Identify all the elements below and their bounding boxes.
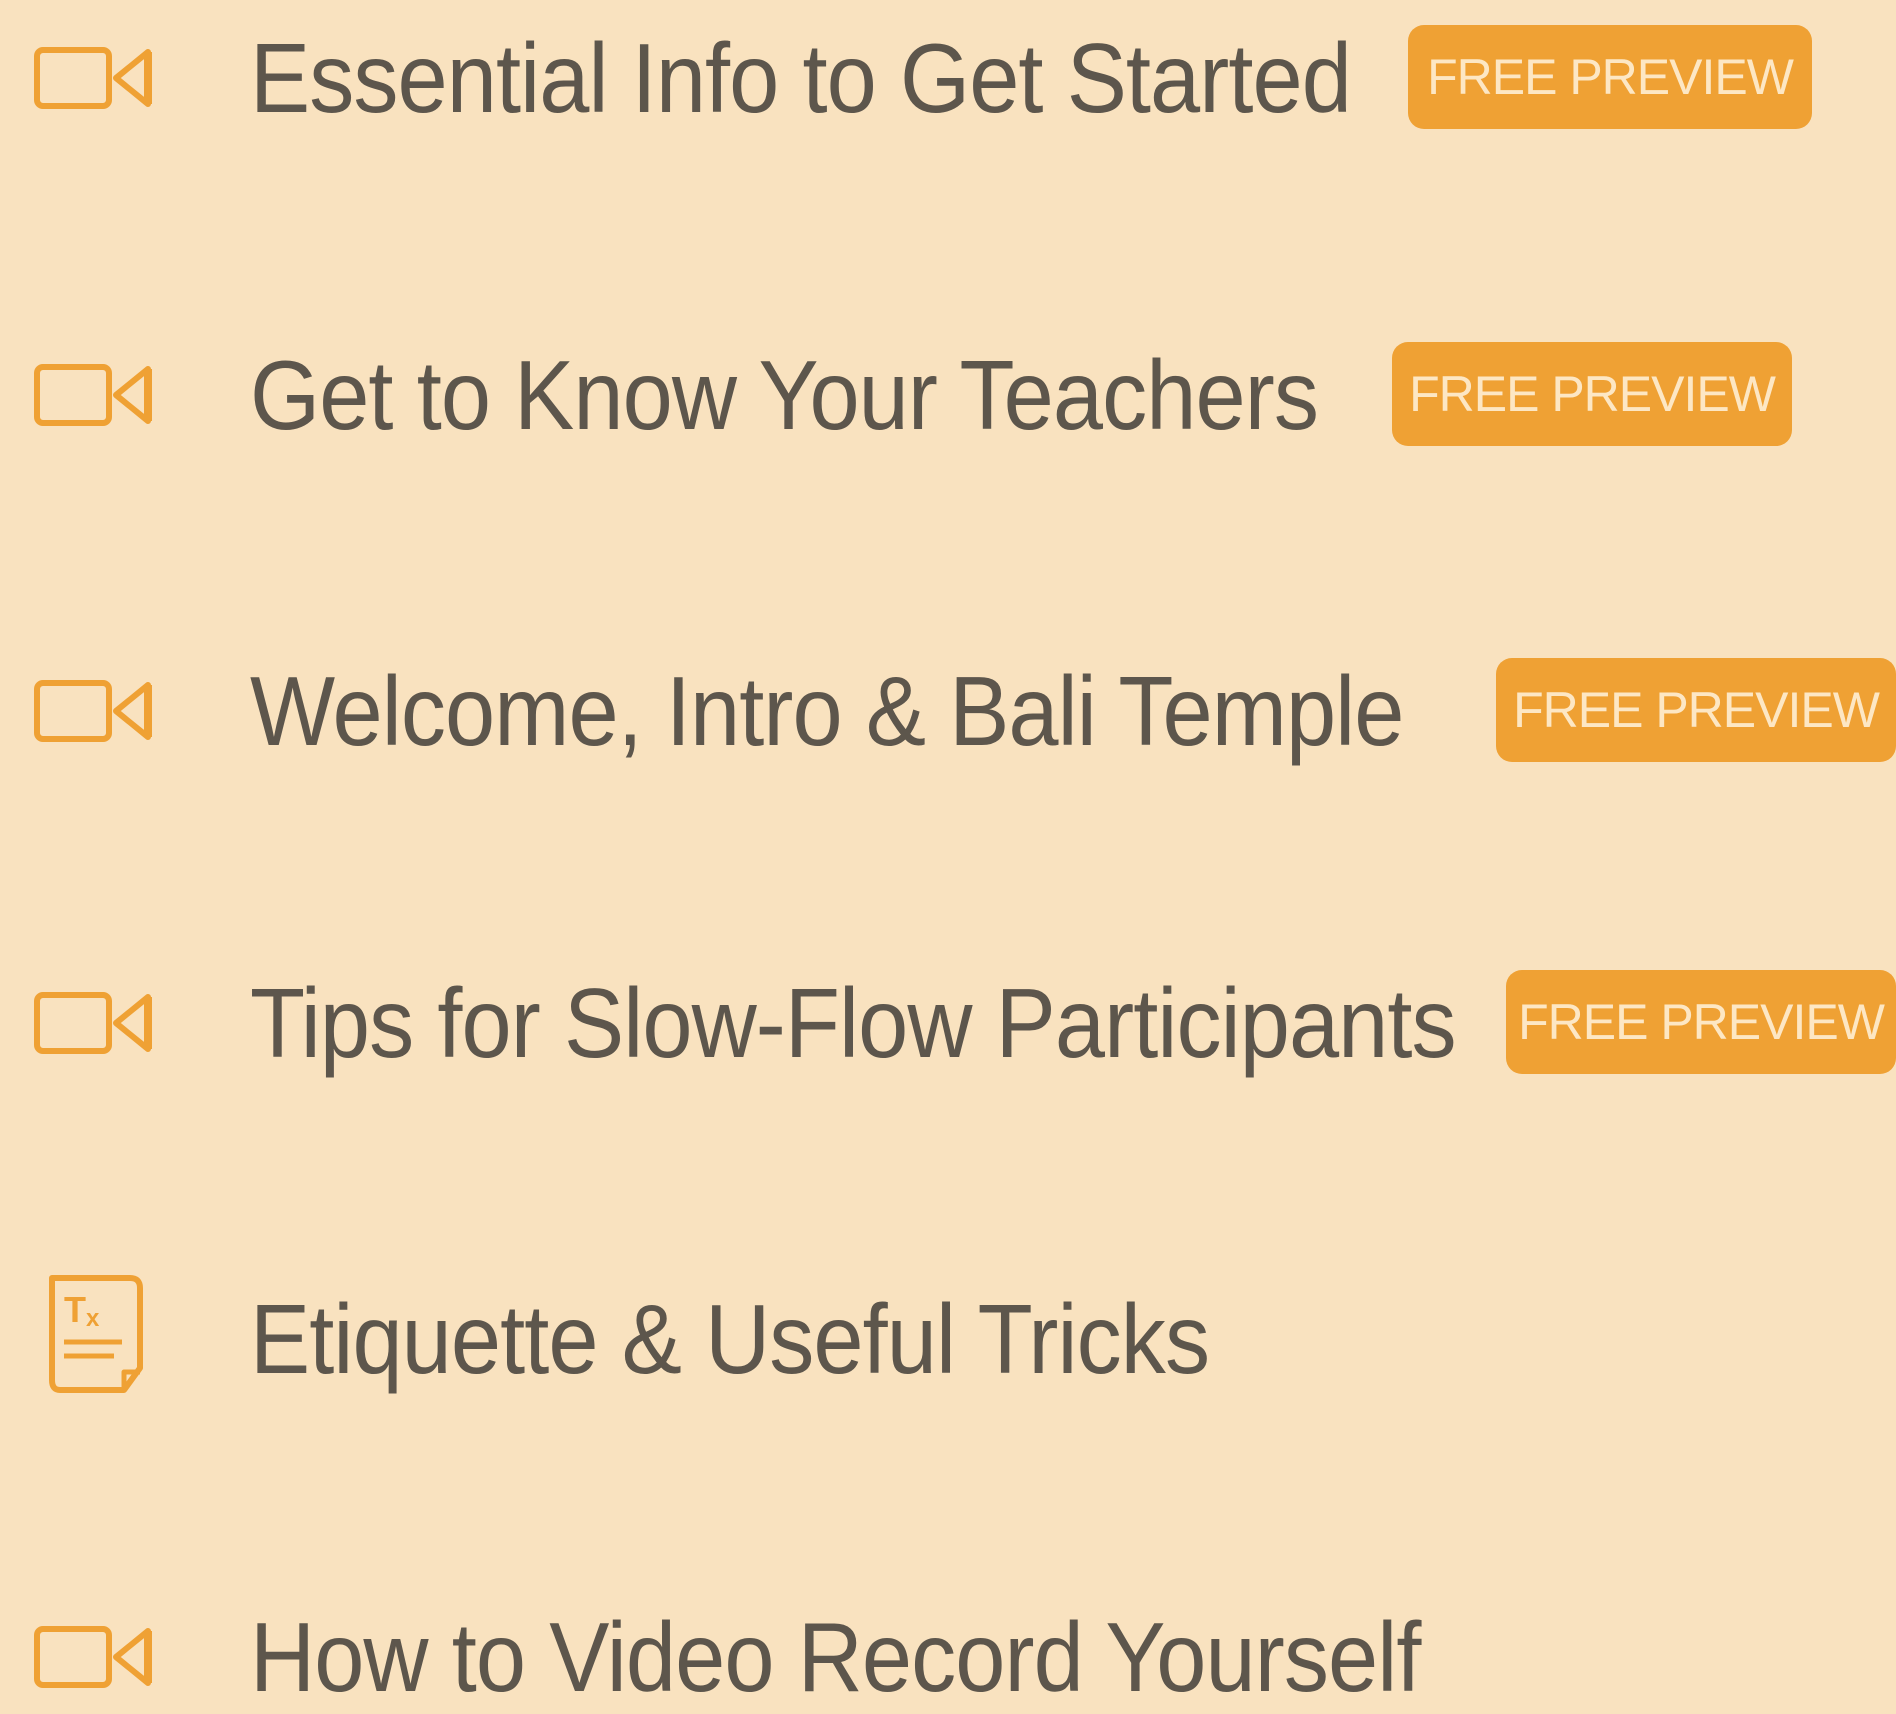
lesson-title: Tips for Slow-Flow Participants: [250, 968, 1457, 1078]
lesson-title: Welcome, Intro & Bali Temple: [250, 656, 1404, 766]
video-camera-icon: [34, 981, 160, 1065]
free-preview-badge[interactable]: FREE PREVIEW: [1496, 658, 1896, 762]
lesson-title: How to Video Record Yourself: [250, 1602, 1421, 1712]
svg-text:x: x: [86, 1305, 100, 1332]
lesson-list: Essential Info to Get Started FREE PREVI…: [0, 0, 1896, 1712]
lesson-item[interactable]: T x Etiquette & Useful Tricks: [0, 1274, 1896, 1404]
lesson-item[interactable]: Welcome, Intro & Bali Temple FREE PREVIE…: [0, 646, 1896, 776]
lesson-title: Etiquette & Useful Tricks: [250, 1284, 1210, 1394]
video-camera-icon: [34, 353, 160, 437]
lesson-title: Get to Know Your Teachers: [250, 340, 1319, 450]
video-camera-icon: [34, 1615, 160, 1699]
free-preview-badge[interactable]: FREE PREVIEW: [1408, 25, 1812, 129]
lesson-item[interactable]: Get to Know Your Teachers FREE PREVIEW: [0, 330, 1896, 460]
lesson-item[interactable]: Tips for Slow-Flow Participants FREE PRE…: [0, 958, 1896, 1088]
lesson-item[interactable]: Essential Info to Get Started FREE PREVI…: [0, 13, 1896, 143]
lesson-item[interactable]: How to Video Record Yourself: [0, 1592, 1896, 1712]
video-camera-icon: [34, 669, 160, 753]
lesson-title: Essential Info to Get Started: [250, 23, 1352, 133]
svg-text:T: T: [64, 1289, 86, 1330]
video-camera-icon: [34, 36, 160, 120]
free-preview-badge[interactable]: FREE PREVIEW: [1392, 342, 1792, 446]
free-preview-badge[interactable]: FREE PREVIEW: [1506, 970, 1896, 1074]
text-document-icon: T x: [44, 1272, 148, 1400]
